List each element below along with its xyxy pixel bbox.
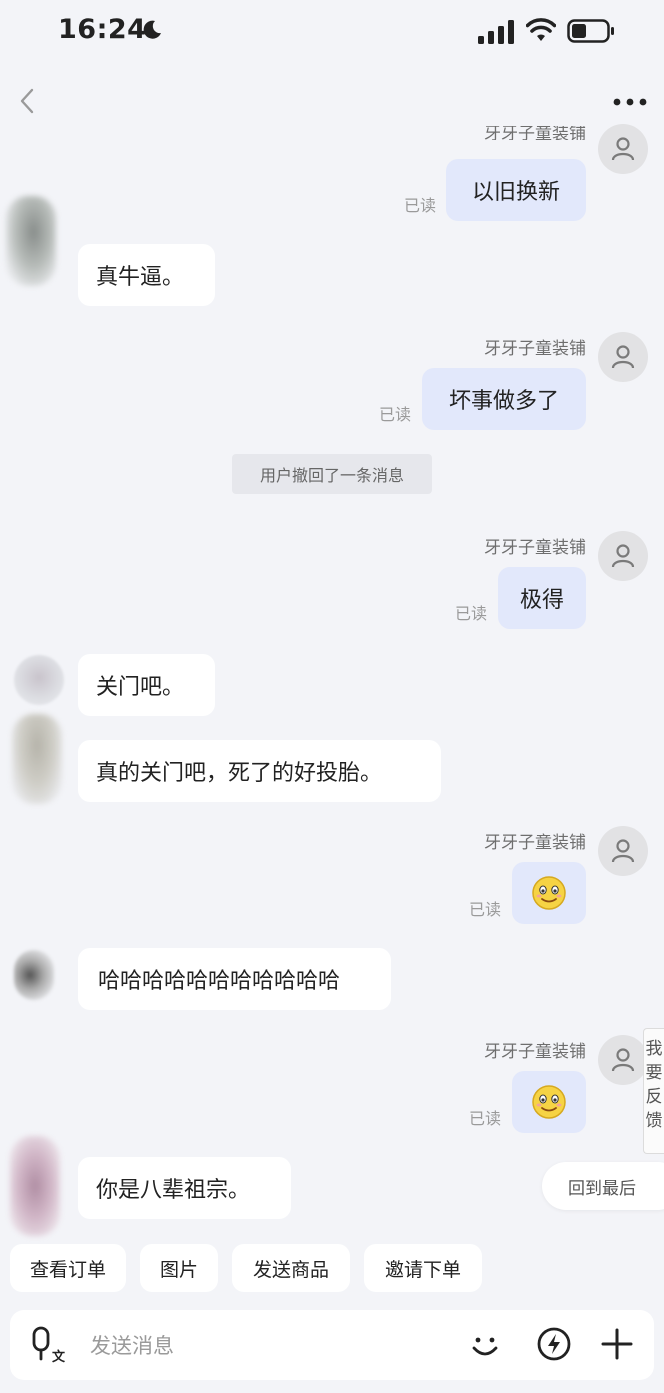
shop-name-text: 牙牙子童装铺 bbox=[484, 126, 586, 140]
their-message-bubble[interactable]: 关门吧。 bbox=[78, 654, 215, 716]
emoji-icon[interactable] bbox=[468, 1328, 502, 1362]
my-message-bubble[interactable]: 以旧换新 bbox=[446, 159, 586, 221]
their-message-bubble[interactable]: 真牛逼。 bbox=[78, 244, 215, 306]
my-emoji-bubble[interactable] bbox=[512, 862, 586, 924]
smiley-icon bbox=[532, 1085, 566, 1119]
shop-name: 牙牙子童装铺 bbox=[484, 833, 586, 853]
read-status: 已读 bbox=[379, 405, 412, 424]
shop-name: 牙牙子童装铺 bbox=[484, 126, 586, 140]
my-emoji-bubble[interactable] bbox=[512, 1071, 586, 1133]
shop-avatar[interactable] bbox=[598, 531, 648, 581]
shop-avatar[interactable] bbox=[598, 826, 648, 876]
recall-notice: 用户撤回了一条消息 bbox=[232, 454, 432, 494]
flash-icon[interactable] bbox=[536, 1326, 572, 1362]
voice-icon[interactable]: 文 bbox=[28, 1326, 66, 1364]
person-icon bbox=[611, 137, 635, 161]
read-status: 已读 bbox=[469, 1109, 502, 1128]
their-message-bubble[interactable]: 真的关门吧，死了的好投胎。 bbox=[78, 740, 441, 802]
person-icon bbox=[611, 839, 635, 863]
image-button[interactable]: 图片 bbox=[140, 1244, 218, 1292]
shop-name: 牙牙子童装铺 bbox=[484, 1042, 586, 1062]
back-icon[interactable] bbox=[14, 86, 42, 116]
their-message-bubble[interactable]: 你是八辈祖宗。 bbox=[78, 1157, 291, 1219]
person-icon bbox=[611, 1048, 635, 1072]
shop-name: 牙牙子童装铺 bbox=[484, 339, 586, 359]
my-message-bubble[interactable]: 极得 bbox=[498, 567, 586, 629]
read-status: 已读 bbox=[469, 900, 502, 919]
view-orders-button[interactable]: 查看订单 bbox=[10, 1244, 126, 1292]
user-avatar[interactable] bbox=[14, 950, 54, 1000]
message-input[interactable]: 发送消息 bbox=[90, 1330, 174, 1360]
person-icon bbox=[611, 544, 635, 568]
shop-avatar[interactable] bbox=[598, 1035, 648, 1085]
signal-icon bbox=[478, 20, 514, 44]
user-avatar[interactable] bbox=[12, 714, 62, 804]
their-message-bubble[interactable]: 哈哈哈哈哈哈哈哈哈哈哈 bbox=[78, 948, 391, 1010]
send-product-button[interactable]: 发送商品 bbox=[232, 1244, 350, 1292]
svg-text:文: 文 bbox=[52, 1349, 66, 1364]
shop-name: 牙牙子童装铺 bbox=[484, 538, 586, 558]
user-avatar[interactable] bbox=[14, 655, 64, 705]
feedback-tab[interactable]: 我要反馈 bbox=[643, 1028, 664, 1154]
read-status: 已读 bbox=[404, 196, 437, 215]
smiley-icon bbox=[532, 876, 566, 910]
more-icon[interactable] bbox=[612, 95, 648, 109]
user-avatar[interactable] bbox=[6, 196, 56, 286]
read-status: 已读 bbox=[455, 604, 488, 623]
wifi-icon bbox=[526, 18, 556, 41]
battery-icon bbox=[567, 19, 614, 43]
back-to-latest-button[interactable]: 回到最后 bbox=[542, 1162, 664, 1210]
shop-avatar[interactable] bbox=[598, 124, 648, 174]
status-time: 16:24 bbox=[58, 14, 147, 45]
moon-icon bbox=[143, 20, 161, 39]
person-icon bbox=[611, 345, 635, 369]
plus-icon[interactable] bbox=[600, 1327, 634, 1361]
my-message-bubble[interactable]: 坏事做多了 bbox=[422, 368, 586, 430]
shop-avatar[interactable] bbox=[598, 332, 648, 382]
invite-order-button[interactable]: 邀请下单 bbox=[364, 1244, 482, 1292]
user-avatar[interactable] bbox=[10, 1136, 60, 1236]
